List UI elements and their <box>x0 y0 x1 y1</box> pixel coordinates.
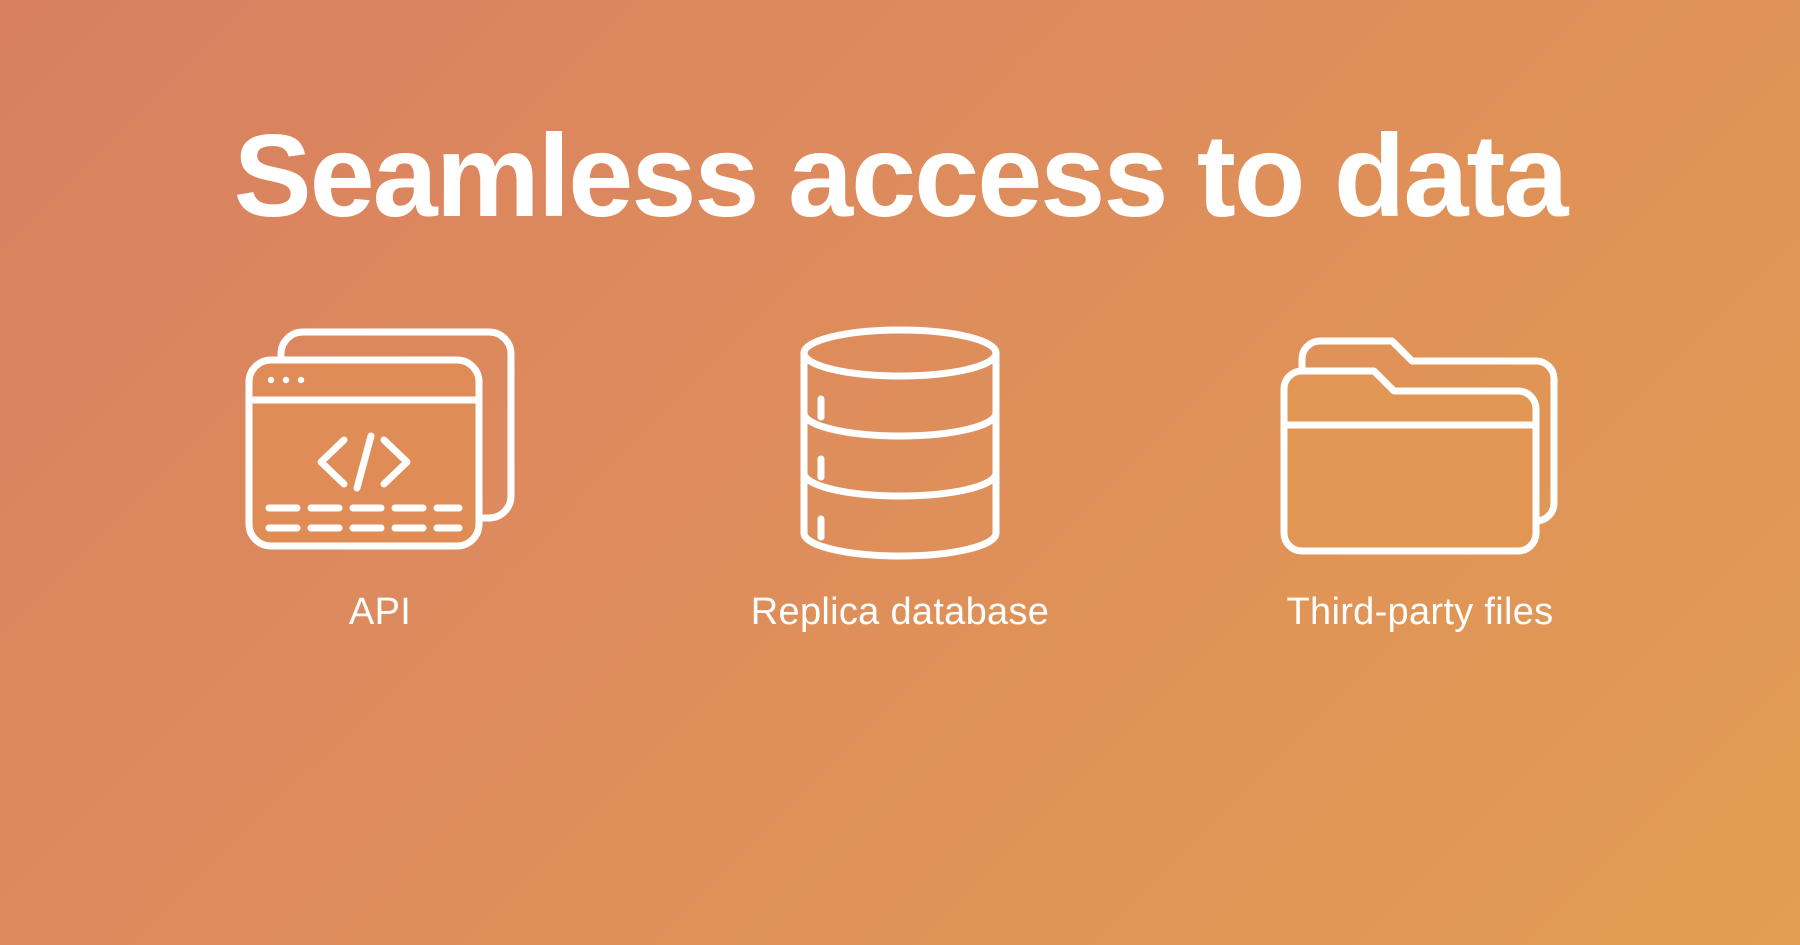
feature-label-api: API <box>349 591 411 634</box>
page-title: Seamless access to data <box>234 108 1567 243</box>
feature-label-files: Third-party files <box>1287 591 1554 634</box>
feature-label-database: Replica database <box>751 591 1049 634</box>
feature-card-files: Third-party files <box>1210 323 1630 634</box>
database-icon <box>797 323 1003 563</box>
feature-card-api: API <box>170 323 590 634</box>
feature-card-database: Replica database <box>690 323 1110 634</box>
api-icon <box>245 323 515 563</box>
feature-row: API <box>170 323 1630 634</box>
hero-section: Seamless access to data <box>0 0 1800 945</box>
folder-icon <box>1280 323 1560 563</box>
